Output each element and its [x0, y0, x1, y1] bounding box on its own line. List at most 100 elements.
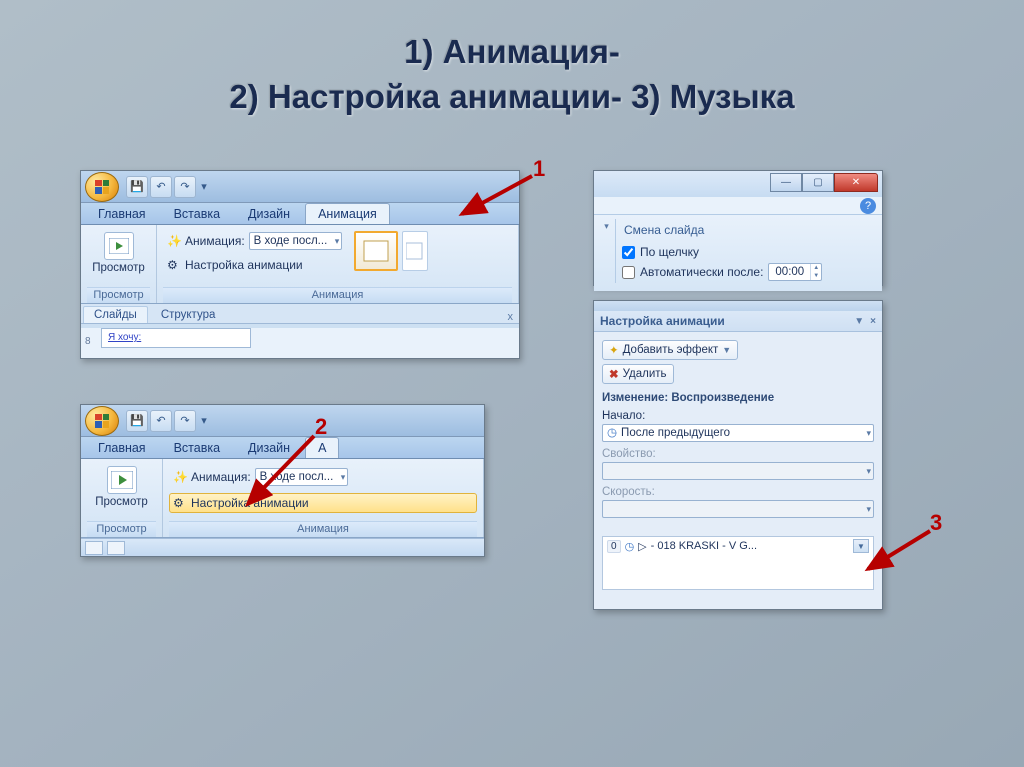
arrow-3: [858, 527, 938, 577]
undo-icon[interactable]: ↶: [150, 176, 172, 198]
on-click-checkbox-row[interactable]: По щелчку: [622, 243, 878, 261]
ribbon-body: Просмотр Просмотр ✨ Анимация: В ходе пос…: [81, 225, 519, 304]
taskpane-menu-icon[interactable]: ▼: [854, 316, 864, 327]
custom-animation-button[interactable]: ⚙ Настройка анимации: [163, 255, 346, 275]
group-label-preview: Просмотр: [87, 287, 150, 303]
save-icon[interactable]: 💾: [126, 176, 148, 198]
qat-dropdown-icon-2[interactable]: ▾: [198, 410, 210, 432]
redo-icon[interactable]: ↷: [174, 176, 196, 198]
animation-label: Анимация:: [185, 234, 245, 248]
gear-star-icon-2: ⚙: [173, 496, 187, 510]
start-combo[interactable]: ◷ После предыдущего: [602, 424, 874, 442]
animation-combo[interactable]: В ходе посл...: [249, 232, 343, 250]
undo-icon-2[interactable]: ↶: [150, 410, 172, 432]
effect-list: 0 ◷ ▷ - 018 KRASKI - V G... ▼: [602, 536, 874, 590]
maximize-button[interactable]: ▢: [802, 173, 834, 192]
remove-button[interactable]: ✖ Удалить: [602, 364, 674, 384]
speed-combo: [602, 500, 874, 518]
dropdown-icon: ▼: [722, 345, 731, 355]
group-preview-2: Просмотр Просмотр: [81, 459, 163, 537]
close-button[interactable]: ✕: [834, 173, 878, 192]
animation-combo-row[interactable]: ✨ Анимация: В ходе посл...: [163, 229, 346, 253]
on-click-checkbox[interactable]: [622, 246, 635, 259]
start-value: После предыдущего: [621, 427, 730, 439]
preview-icon-2: [107, 466, 137, 494]
preview-button[interactable]: Просмотр: [87, 229, 150, 277]
chevron-down-icon[interactable]: ▾: [604, 221, 609, 232]
tab-home-2[interactable]: Главная: [85, 437, 159, 458]
office-button-2[interactable]: [85, 406, 119, 436]
group-animation-2: ✨ Анимация: В ходе посл... ⚙ Настройка а…: [163, 459, 484, 537]
effect-index: 0: [607, 540, 621, 553]
transition-thumb[interactable]: [402, 231, 428, 271]
panel-transition: — ▢ ✕ ? ▾ Смена слайда По щелчку Автомат…: [593, 170, 883, 286]
close-pane-icon[interactable]: x: [508, 311, 514, 323]
taskpane-title-row: Настройка анимации ▼ ×: [594, 311, 882, 332]
taskpane-close-icon[interactable]: ×: [870, 316, 876, 327]
custom-animation-button-hl[interactable]: ⚙ Настройка анимации: [169, 493, 477, 513]
clock-icon: ◷: [607, 427, 617, 439]
spin-down-icon[interactable]: ▼: [811, 272, 821, 280]
transition-header: Смена слайда: [622, 219, 878, 243]
group-preview: Просмотр Просмотр: [81, 225, 157, 303]
gear-star-icon: ⚙: [167, 258, 181, 272]
help-icon[interactable]: ?: [860, 198, 876, 214]
title-line-2: 2) Настройка анимации- 3) Музыка: [40, 75, 984, 120]
delete-x-icon: ✖: [609, 367, 619, 381]
statusbar: [81, 538, 484, 556]
tab-insert-2[interactable]: Вставка: [161, 437, 233, 458]
auto-after-value: 00:00: [769, 264, 810, 280]
subtab-outline[interactable]: Структура: [150, 306, 227, 323]
window-buttons: — ▢ ✕: [770, 173, 878, 192]
spin-up-icon[interactable]: ▲: [811, 264, 821, 272]
taskpane-title: Настройка анимации: [600, 314, 725, 328]
add-effect-button[interactable]: ✦ Добавить эффект ▼: [602, 340, 738, 360]
view-normal-icon[interactable]: [85, 541, 103, 555]
taskpane-body: ✦ Добавить эффект ▼ ✖ Удалить Изменение:…: [594, 332, 882, 596]
auto-after-checkbox[interactable]: [622, 266, 635, 279]
window-titlebar: — ▢ ✕: [594, 171, 882, 197]
auto-after-row[interactable]: Автоматически после: 00:00 ▲▼: [622, 261, 878, 283]
save-icon-2[interactable]: 💾: [126, 410, 148, 432]
group-label-animation: Анимация: [163, 287, 512, 303]
effect-row[interactable]: 0 ◷ ▷ - 018 KRASKI - V G... ▼: [603, 537, 873, 555]
office-button[interactable]: [85, 172, 119, 202]
group-label-preview-2: Просмотр: [87, 521, 156, 537]
preview-button-2[interactable]: Просмотр: [90, 463, 153, 511]
remove-label: Удалить: [623, 368, 667, 380]
tab-animation[interactable]: Анимация: [305, 203, 390, 224]
property-label: Свойство:: [602, 448, 874, 460]
start-label: Начало:: [602, 410, 874, 422]
minimize-button[interactable]: —: [770, 173, 802, 192]
view-sorter-icon[interactable]: [107, 541, 125, 555]
slide-thumbnail-text: Я хочу:: [108, 332, 141, 343]
preview-label: Просмотр: [92, 262, 145, 274]
qat-dropdown-icon[interactable]: ▾: [198, 176, 210, 198]
add-effect-label: Добавить эффект: [623, 344, 719, 356]
effect-name: - 018 KRASKI - V G...: [651, 540, 757, 552]
slide-thumb-area: 8 Я хочу:: [81, 328, 519, 358]
star-add-icon: ✦: [609, 343, 619, 357]
group-label-animation-2: Анимация: [169, 521, 477, 537]
left-pane-tabs: Слайды Структура x: [81, 304, 519, 324]
slide-title: 1) Анимация- 2) Настройка анимации- 3) М…: [0, 0, 1024, 129]
on-click-label: По щелчку: [640, 245, 699, 259]
auto-after-spinner[interactable]: 00:00 ▲▼: [768, 263, 822, 281]
transition-body: ▾ Смена слайда По щелчку Автоматически п…: [594, 215, 882, 291]
animation-combo-row-2[interactable]: ✨ Анимация: В ходе посл...: [169, 465, 477, 489]
anim-icon: ✨: [167, 234, 181, 248]
panel-taskpane: Настройка анимации ▼ × ✦ Добавить эффект…: [593, 300, 883, 610]
tab-home[interactable]: Главная: [85, 203, 159, 224]
tab-insert[interactable]: Вставка: [161, 203, 233, 224]
tab-design[interactable]: Дизайн: [235, 203, 303, 224]
group-animation: ✨ Анимация: В ходе посл... ⚙ Настройка а…: [157, 225, 519, 303]
arrow-2: [232, 432, 322, 512]
transition-thumb-selected[interactable]: [354, 231, 398, 271]
help-row: ?: [594, 197, 882, 215]
slide-number: 8: [85, 336, 91, 347]
arrow-1: [440, 172, 540, 222]
subtab-slides[interactable]: Слайды: [83, 306, 148, 323]
redo-icon-2[interactable]: ↷: [174, 410, 196, 432]
slide-thumbnail[interactable]: Я хочу:: [101, 328, 251, 348]
auto-after-label: Автоматически после:: [640, 265, 763, 279]
